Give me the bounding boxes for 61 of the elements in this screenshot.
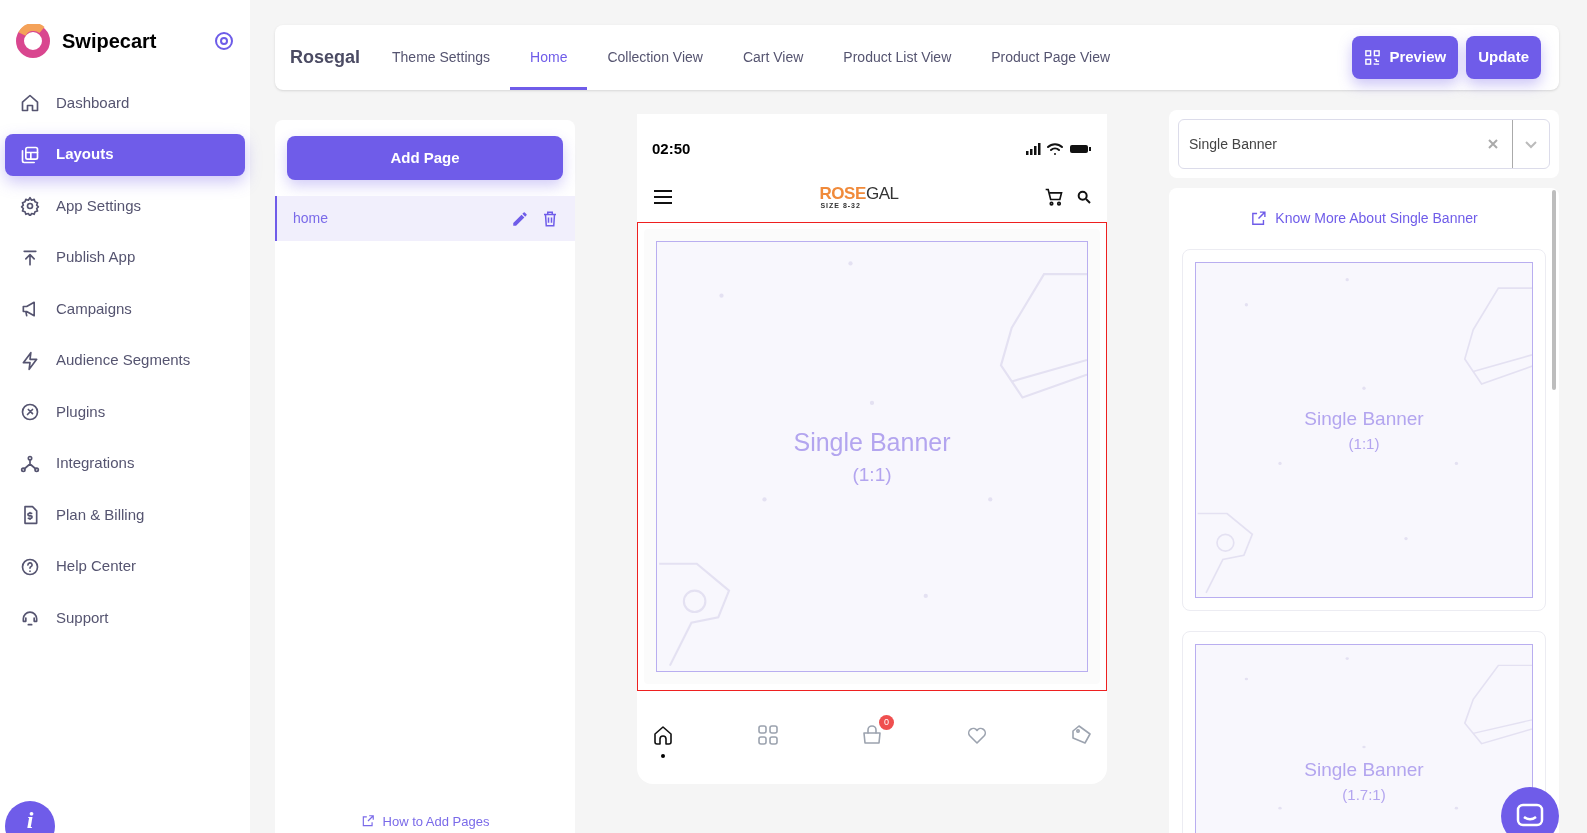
- sidebar-item[interactable]: Campaigns: [5, 288, 245, 330]
- clear-icon[interactable]: [1487, 138, 1499, 150]
- external-link-icon: [1250, 210, 1268, 227]
- tab[interactable]: Product Page View: [971, 25, 1131, 90]
- search-icon[interactable]: [1076, 188, 1092, 205]
- brand-logo-icon: [16, 24, 50, 58]
- add-page-button[interactable]: Add Page: [287, 136, 563, 180]
- network-icon: [20, 453, 40, 474]
- house-icon: [20, 93, 40, 113]
- banner-title: Single Banner: [1304, 757, 1424, 782]
- widget-select[interactable]: Single Banner: [1178, 119, 1550, 169]
- help-icon: [20, 556, 40, 577]
- tab-bar-item[interactable]: 0: [850, 715, 894, 758]
- update-button[interactable]: Update: [1466, 36, 1541, 79]
- qr-code-icon: [1364, 49, 1382, 66]
- sidebar-item[interactable]: Plugins: [5, 391, 245, 433]
- target-icon[interactable]: [214, 31, 234, 51]
- pencil-icon[interactable]: [511, 209, 529, 228]
- sidebar-item[interactable]: Plan & Billing: [5, 494, 245, 536]
- tab[interactable]: Home: [510, 25, 588, 90]
- menu-icon[interactable]: [652, 187, 674, 206]
- cart-icon[interactable]: [1044, 186, 1064, 207]
- banner-ratio: (1:1): [852, 463, 892, 487]
- brand-name: Swipecart: [62, 29, 158, 54]
- plug-icon: [20, 402, 40, 422]
- bag-icon: [860, 723, 884, 747]
- page-item[interactable]: home: [275, 196, 575, 241]
- store-name: Rosegal: [290, 46, 361, 69]
- tab[interactable]: Product List View: [823, 25, 972, 90]
- banner-title: Single Banner: [1304, 406, 1424, 431]
- sidebar-item[interactable]: Support: [5, 597, 245, 639]
- banner-ratio: (1.7:1): [1342, 785, 1386, 805]
- chat-icon: [1516, 803, 1544, 829]
- how-to-link[interactable]: How to Add Pages: [360, 811, 490, 831]
- cart-count-badge: 0: [879, 715, 894, 730]
- status-icons-drawing: [1026, 143, 1092, 155]
- banner-ratio: (1:1): [1348, 434, 1380, 454]
- preview-button[interactable]: Preview: [1352, 36, 1459, 79]
- tab[interactable]: Theme Settings: [372, 25, 511, 90]
- external-link-icon: [360, 814, 375, 829]
- sidebar-item[interactable]: App Settings: [5, 185, 245, 227]
- tab[interactable]: Cart View: [722, 25, 824, 90]
- lightning-icon: [20, 350, 40, 371]
- grid-icon: [755, 723, 780, 747]
- settings-icon: [20, 196, 40, 216]
- sidebar-item[interactable]: Help Center: [5, 545, 245, 588]
- sidebar-item[interactable]: Integrations: [5, 442, 245, 485]
- tab[interactable]: Collection View: [587, 25, 723, 90]
- info-button[interactable]: i: [5, 801, 55, 833]
- trash-icon[interactable]: [541, 209, 559, 228]
- house-icon: [651, 723, 675, 747]
- sidebar-item[interactable]: Layouts: [5, 133, 245, 176]
- sidebar-item[interactable]: Audience Segments: [5, 339, 245, 382]
- know-more-link[interactable]: Know More About Single Banner: [1250, 208, 1478, 229]
- tags-icon: [1069, 723, 1093, 747]
- layout-icon: [20, 144, 40, 165]
- status-time: 02:50: [652, 138, 691, 159]
- sidebar-item[interactable]: Dashboard: [5, 82, 245, 124]
- sidebar-item[interactable]: Publish App: [5, 236, 245, 279]
- banner-title: Single Banner: [793, 426, 951, 458]
- headset-icon: [20, 608, 40, 628]
